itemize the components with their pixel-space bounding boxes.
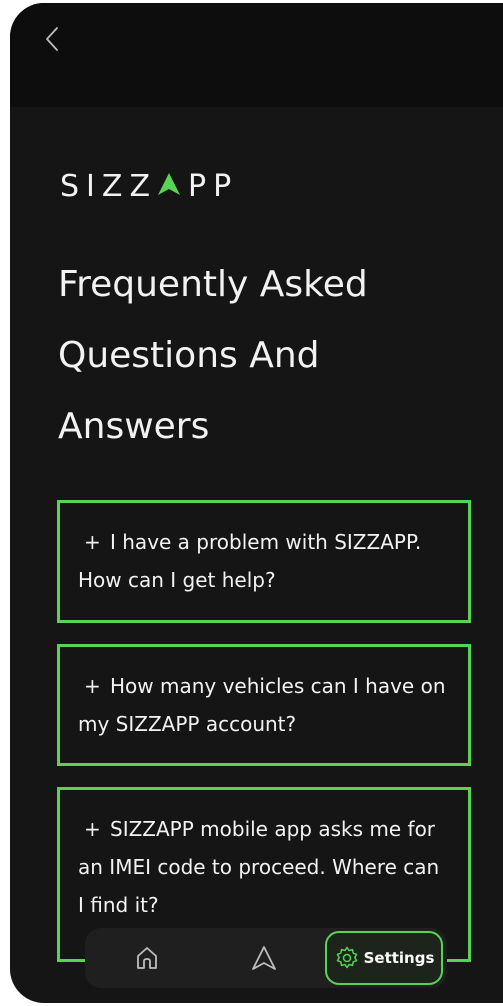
- logo-text-start: SIZZ: [60, 168, 157, 204]
- logo-text-end: PP: [188, 168, 239, 204]
- faq-item[interactable]: + I have a problem with SIZZAPP. How can …: [57, 500, 471, 623]
- top-bar: [10, 3, 503, 107]
- navigate-button[interactable]: [246, 940, 282, 976]
- faq-list: + I have a problem with SIZZAPP. How can …: [57, 500, 471, 962]
- brand-logo: SIZZ PP: [60, 166, 238, 206]
- app-screen: SIZZ PP Frequently Asked Questions And A…: [10, 3, 503, 1003]
- bottom-nav: Settings: [85, 928, 447, 988]
- settings-button[interactable]: Settings: [325, 931, 443, 985]
- navigation-arrow-icon: [252, 946, 276, 970]
- settings-label: Settings: [363, 949, 435, 967]
- faq-item[interactable]: + How many vehicles can I have on my SIZZ…: [57, 644, 471, 766]
- expand-icon: +: [84, 530, 101, 554]
- faq-question: I have a problem with SIZZAPP. How can I…: [78, 530, 422, 592]
- home-icon: [137, 947, 157, 969]
- expand-icon: +: [84, 674, 101, 698]
- home-button[interactable]: [129, 940, 165, 976]
- back-button[interactable]: [40, 21, 64, 57]
- expand-icon: +: [84, 817, 101, 841]
- gear-icon: [336, 946, 357, 969]
- page-title: Frequently Asked Questions And Answers: [58, 264, 368, 447]
- faq-question: How many vehicles can I have on my SIZZA…: [78, 674, 446, 736]
- chevron-left-icon: [46, 27, 58, 51]
- faq-question: SIZZAPP mobile app asks me for an IMEI c…: [78, 817, 440, 917]
- logo-arrow-icon: [158, 173, 180, 195]
